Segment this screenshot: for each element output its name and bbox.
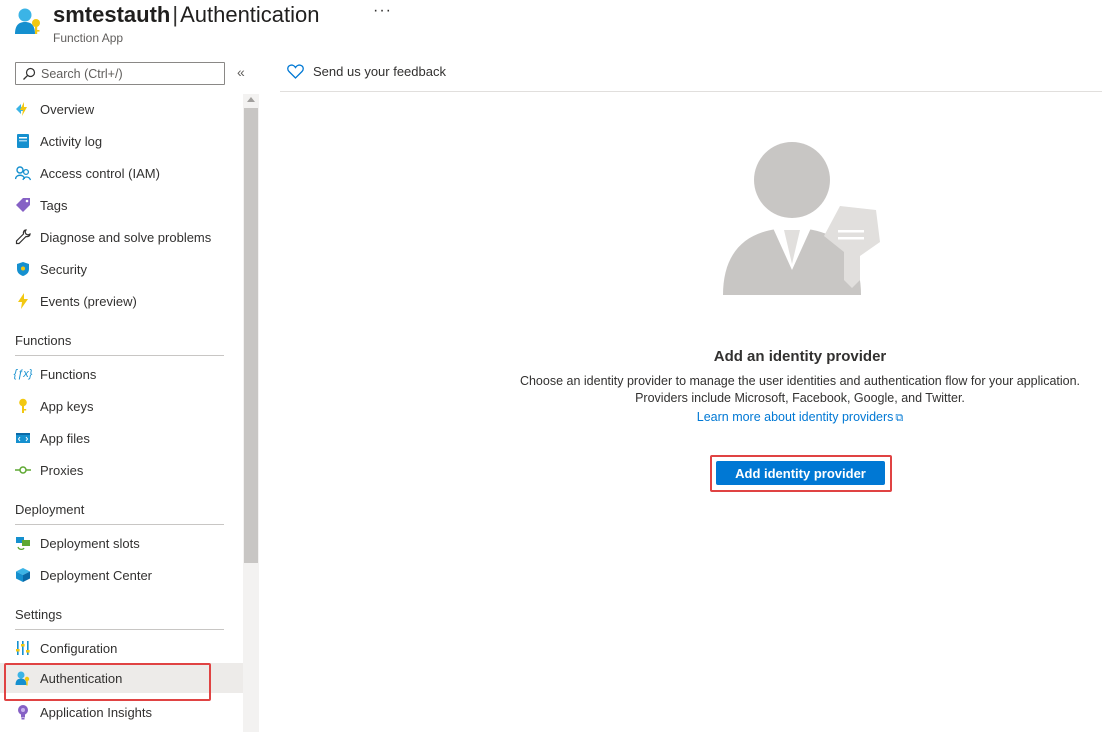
sidebar-item-label: App keys [40, 398, 94, 414]
sidebar-item-label: App files [40, 430, 90, 446]
page-header-title: smtestauth|Authentication [53, 1, 320, 29]
resource-name: smtestauth [53, 2, 171, 27]
sliders-icon [14, 639, 32, 657]
sidebar-item-proxies[interactable]: Proxies [0, 455, 243, 485]
proxy-icon [14, 461, 32, 479]
sidebar-item-access-control[interactable]: Access control (IAM) [0, 158, 243, 188]
sidebar-item-tags[interactable]: Tags [0, 190, 243, 220]
section-title-settings: Settings [15, 607, 62, 622]
title-separator: | [172, 2, 179, 27]
scroll-up-arrow-icon[interactable] [247, 97, 255, 102]
sidebar-item-application-insights[interactable]: Application Insights [0, 697, 243, 727]
description-line: Choose an identity provider to manage th… [519, 374, 1081, 388]
sidebar-item-label: Events (preview) [40, 293, 137, 309]
search-icon [23, 67, 36, 80]
sidebar-item-label: Access control (IAM) [40, 165, 160, 181]
sidebar-item-app-files[interactable]: App files [0, 423, 243, 453]
people-icon [14, 164, 32, 182]
button-highlight-box [710, 455, 892, 492]
authentication-highlight-box [4, 663, 211, 701]
lightbulb-icon [14, 703, 32, 721]
sidebar-item-events[interactable]: Events (preview) [0, 286, 243, 316]
description-line: Providers include Microsoft, Facebook, G… [635, 391, 965, 405]
sidebar-item-diagnose[interactable]: Diagnose and solve problems [0, 222, 243, 252]
sidebar-item-security[interactable]: Security [0, 254, 243, 284]
section-title-functions: Functions [15, 333, 72, 348]
sidebar-item-label: Diagnose and solve problems [40, 229, 212, 245]
sidebar-item-configuration[interactable]: Configuration [0, 633, 243, 663]
sidebar-item-label: Proxies [40, 462, 84, 478]
page-title: Authentication [180, 2, 320, 27]
empty-state-title: Add an identity provider [713, 348, 887, 365]
sidebar-item-label: Deployment slots [40, 535, 140, 551]
function-app-auth-icon [14, 6, 44, 36]
toolbar-divider [280, 91, 1102, 92]
more-options-button[interactable]: ··· [373, 2, 392, 20]
sidebar-item-label: Functions [40, 366, 97, 382]
section-title-deployment: Deployment [15, 502, 85, 517]
tag-icon [14, 196, 32, 214]
cube-icon [14, 566, 32, 584]
menu-scrollbar[interactable] [243, 94, 259, 732]
feedback-label: Send us your feedback [313, 64, 446, 79]
wrench-icon [14, 228, 32, 246]
learn-more-label: Learn more about identity providers [696, 410, 894, 424]
key-icon [14, 397, 32, 415]
sidebar-item-label: Application Insights [40, 704, 153, 720]
resource-type: Function App [53, 31, 124, 45]
sidebar-item-activity-log[interactable]: Activity log [0, 126, 243, 156]
function-icon: {ƒx} [13, 368, 33, 380]
search-input[interactable] [41, 66, 211, 81]
section-divider [15, 355, 224, 356]
sidebar-item-label: Activity log [40, 133, 103, 149]
activity-log-icon [14, 132, 32, 150]
sidebar-item-app-keys[interactable]: App keys [0, 391, 243, 421]
heart-icon [287, 64, 304, 79]
sidebar-item-deployment-slots[interactable]: Deployment slots [0, 528, 243, 558]
sidebar-item-deployment-center[interactable]: Deployment Center [0, 560, 243, 590]
section-divider [15, 524, 224, 525]
resource-menu: « Overview Activity log Access control (… [0, 58, 260, 732]
section-divider [15, 629, 224, 630]
feedback-link[interactable]: Send us your feedback [287, 64, 446, 79]
code-file-icon [14, 429, 32, 447]
search-box[interactable] [15, 62, 225, 85]
collapse-menu-button[interactable]: « [237, 64, 245, 80]
shield-icon [14, 260, 32, 278]
sidebar-item-label: Tags [40, 197, 68, 213]
lightning-globe-icon [14, 100, 32, 118]
sidebar-item-label: Deployment Center [40, 567, 152, 583]
learn-more-link[interactable]: Learn more about identity providers ⧉ [500, 410, 1100, 425]
user-key-illustration-icon [718, 140, 883, 300]
sidebar-item-label: Overview [40, 101, 95, 117]
sidebar-item-label: Configuration [40, 640, 118, 656]
sidebar-item-label: Security [40, 261, 87, 277]
sidebar-item-functions[interactable]: {ƒx} Functions [0, 359, 243, 389]
empty-state-description: Choose an identity provider to manage th… [500, 373, 1100, 407]
scrollbar-thumb[interactable] [244, 108, 258, 563]
sidebar-item-overview[interactable]: Overview [0, 94, 243, 124]
bolt-icon [14, 292, 32, 310]
slots-icon [14, 534, 32, 552]
external-link-icon: ⧉ [895, 412, 904, 424]
